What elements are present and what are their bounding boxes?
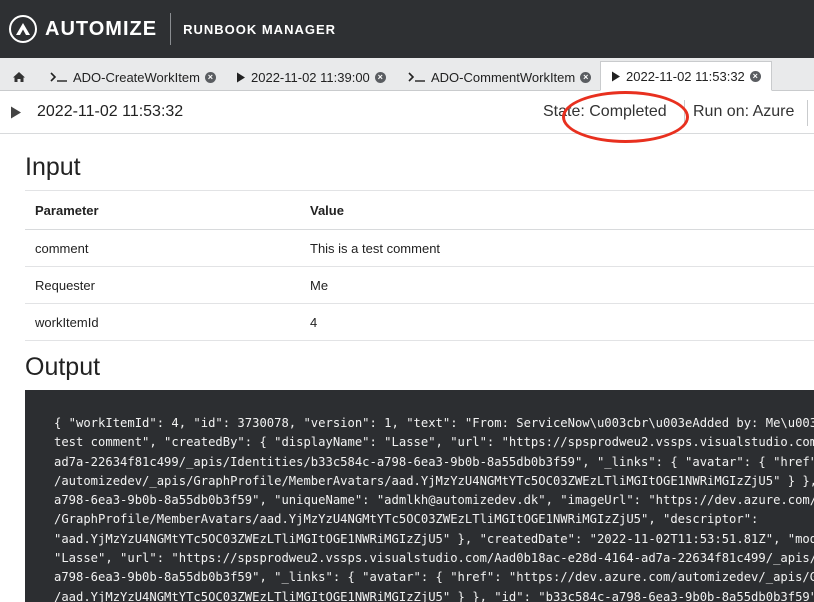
app-header: AUTOMIZE RUNBOOK MANAGER xyxy=(0,0,814,58)
run-on: Run on: Azure xyxy=(693,103,795,120)
input-heading: Input xyxy=(25,153,81,181)
terminal-icon xyxy=(408,72,426,82)
play-icon xyxy=(611,71,621,82)
tab-label: 2022-11-02 11:53:32 xyxy=(626,68,745,84)
output-line: ad7a-22634f81c499/_apis/Identities/b33c5… xyxy=(54,454,814,469)
logo-icon xyxy=(9,15,37,43)
app-title: RUNBOOK MANAGER xyxy=(183,21,337,37)
brand-name: AUTOMIZE xyxy=(45,17,158,40)
close-icon[interactable]: × xyxy=(580,71,592,83)
close-icon[interactable]: × xyxy=(204,71,216,83)
output-line: test comment", "createdBy": { "displayNa… xyxy=(54,435,814,450)
table-row: Requester Me xyxy=(25,266,814,304)
tab-home[interactable] xyxy=(12,63,31,91)
tab-label: ADO-CreateWorkItem xyxy=(73,69,200,85)
parameter-name: workItemId xyxy=(25,303,300,341)
terminal-icon xyxy=(50,72,68,82)
close-icon[interactable]: × xyxy=(749,70,761,82)
tab-label: 2022-11-02 11:39:00 xyxy=(251,69,370,85)
play-icon xyxy=(10,106,22,124)
output-line: "Lasse", "url": "https://spsprodweu2.vss… xyxy=(54,551,814,566)
parameter-value: This is a test comment xyxy=(300,229,814,267)
output-line: /automizedev/_apis/GraphProfile/MemberAv… xyxy=(54,473,814,488)
table-row: comment This is a test comment xyxy=(25,229,814,267)
home-icon xyxy=(12,71,26,83)
tab-run-113900[interactable]: 2022-11-02 11:39:00 × xyxy=(236,63,386,91)
tab-label: ADO-CommentWorkItem xyxy=(431,69,576,85)
output-json: { "workItemId": 4, "id": 3730078, "versi… xyxy=(54,414,814,602)
output-line: /GraphProfile/MemberAvatars/aad.YjMzYzU4… xyxy=(54,512,759,527)
column-header-parameter: Parameter xyxy=(25,190,300,230)
run-title: 2022-11-02 11:53:32 xyxy=(37,103,184,120)
tab-ado-createworkitem[interactable]: ADO-CreateWorkItem × xyxy=(50,63,216,91)
output-line: a798-6ea3-9b0b-8a55db0b3f59", "_links": … xyxy=(54,570,814,585)
state-highlight-annotation xyxy=(562,91,689,143)
table-row: workItemId 4 xyxy=(25,303,814,341)
close-icon[interactable]: × xyxy=(374,71,386,83)
output-line: { "workItemId": 4, "id": 3730078, "versi… xyxy=(54,416,814,430)
output-line: "aad.YjMzYzU4NGMtYTc5OC03ZWEzLTliMGItOGE… xyxy=(54,531,814,546)
play-icon xyxy=(236,72,246,83)
parameter-name: comment xyxy=(25,229,300,267)
tab-strip: ADO-CreateWorkItem × 2022-11-02 11:39:00… xyxy=(0,58,814,91)
parameter-value: 4 xyxy=(300,303,814,341)
output-line: /aad.YjMzYzU4NGMtYTc5OC03ZWEzLTliMGItOGE… xyxy=(54,589,814,602)
run-header: 2022-11-02 11:53:32 State: Completed Run… xyxy=(0,92,814,134)
output-console[interactable]: { "workItemId": 4, "id": 3730078, "versi… xyxy=(25,390,814,602)
parameter-name: Requester xyxy=(25,266,300,304)
column-header-value: Value xyxy=(300,190,814,230)
tab-run-115332[interactable]: 2022-11-02 11:53:32 × xyxy=(600,61,772,91)
input-parameters-table: Parameter Value comment This is a test c… xyxy=(25,190,814,341)
output-heading: Output xyxy=(25,353,101,381)
parameter-value: Me xyxy=(300,266,814,304)
output-line: a798-6ea3-9b0b-8a55db0b3f59", "uniqueNam… xyxy=(54,493,814,508)
tab-ado-commentworkitem[interactable]: ADO-CommentWorkItem × xyxy=(408,63,592,91)
divider xyxy=(807,100,808,126)
header-divider xyxy=(170,13,172,45)
automize-logo[interactable]: AUTOMIZE xyxy=(9,15,157,43)
table-header-row: Parameter Value xyxy=(25,190,814,230)
